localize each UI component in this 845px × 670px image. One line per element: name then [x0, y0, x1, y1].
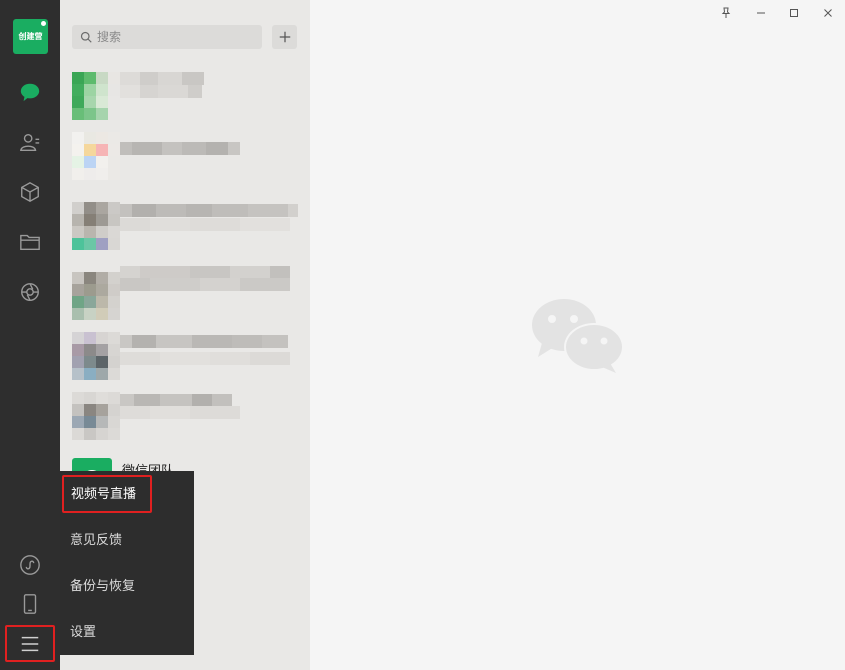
chat-list-item[interactable]	[60, 322, 310, 382]
menu-item-backup-restore[interactable]: 备份与恢复	[60, 564, 194, 610]
files-icon	[20, 234, 40, 251]
close-icon	[824, 9, 832, 17]
chat-avatar	[72, 72, 120, 120]
plus-icon	[279, 31, 290, 43]
chat-avatar	[72, 202, 120, 250]
search-icon	[80, 31, 92, 43]
chat-preview-blurred	[120, 218, 290, 231]
chat-list-item[interactable]	[60, 122, 310, 182]
add-button[interactable]	[272, 25, 297, 49]
chat-avatar	[72, 272, 120, 320]
chat-preview-blurred	[120, 85, 202, 98]
minimize-button[interactable]	[750, 4, 772, 22]
mini-program-icon	[20, 555, 40, 575]
settings-popup-menu: 视频号直播 意见反馈 备份与恢复 设置	[60, 471, 194, 655]
phone-nav-button[interactable]	[15, 589, 45, 619]
maximize-icon	[790, 9, 798, 17]
chat-list-item[interactable]	[60, 62, 310, 122]
wechat-window: 创建营 搜索 视频号直播 意见反馈 备份与恢复 设置	[0, 0, 845, 670]
chat-name-blurred	[120, 72, 204, 85]
moments-nav-button[interactable]	[15, 277, 45, 307]
chat-avatar	[72, 132, 120, 180]
main-area	[310, 0, 845, 670]
chat-preview-blurred	[120, 352, 290, 365]
contacts-icon	[20, 133, 40, 151]
chat-nav-button[interactable]	[15, 77, 45, 107]
user-avatar[interactable]: 创建营	[13, 19, 48, 54]
avatar-dot	[41, 21, 46, 26]
favorites-nav-button[interactable]	[15, 177, 45, 207]
search-input[interactable]	[97, 30, 247, 44]
close-button[interactable]	[817, 4, 839, 22]
chat-name-blurred	[120, 142, 240, 155]
phone-icon	[23, 594, 37, 614]
chat-list-item[interactable]	[60, 382, 310, 442]
wechat-logo-icon	[532, 299, 624, 373]
chat-icon	[20, 83, 40, 102]
chat-list-item[interactable]	[60, 192, 310, 252]
chat-preview-blurred	[120, 406, 240, 419]
avatar-text: 创建营	[18, 32, 43, 41]
chat-list-item[interactable]	[60, 262, 310, 322]
chat-avatar	[72, 392, 120, 440]
menu-item-feedback[interactable]: 意见反馈	[60, 518, 194, 564]
menu-item-settings[interactable]: 设置	[60, 610, 194, 656]
maximize-button[interactable]	[783, 4, 805, 22]
left-nav: 创建营	[0, 0, 60, 670]
menu-item-channels-live[interactable]: 视频号直播	[62, 475, 152, 513]
pin-icon	[721, 7, 731, 18]
files-nav-button[interactable]	[15, 227, 45, 257]
chat-preview-blurred	[120, 278, 290, 291]
chat-name-blurred	[120, 204, 298, 217]
chat-name-blurred	[120, 335, 288, 348]
menu-icon	[21, 636, 39, 651]
chat-avatar	[72, 332, 120, 380]
menu-button[interactable]	[5, 625, 55, 662]
moments-icon	[21, 283, 39, 301]
search-box[interactable]	[72, 25, 262, 49]
contacts-nav-button[interactable]	[15, 127, 45, 157]
pin-button[interactable]	[715, 4, 737, 22]
favorites-icon	[21, 182, 39, 202]
minimize-icon	[757, 12, 765, 14]
mini-program-nav-button[interactable]	[15, 550, 45, 580]
